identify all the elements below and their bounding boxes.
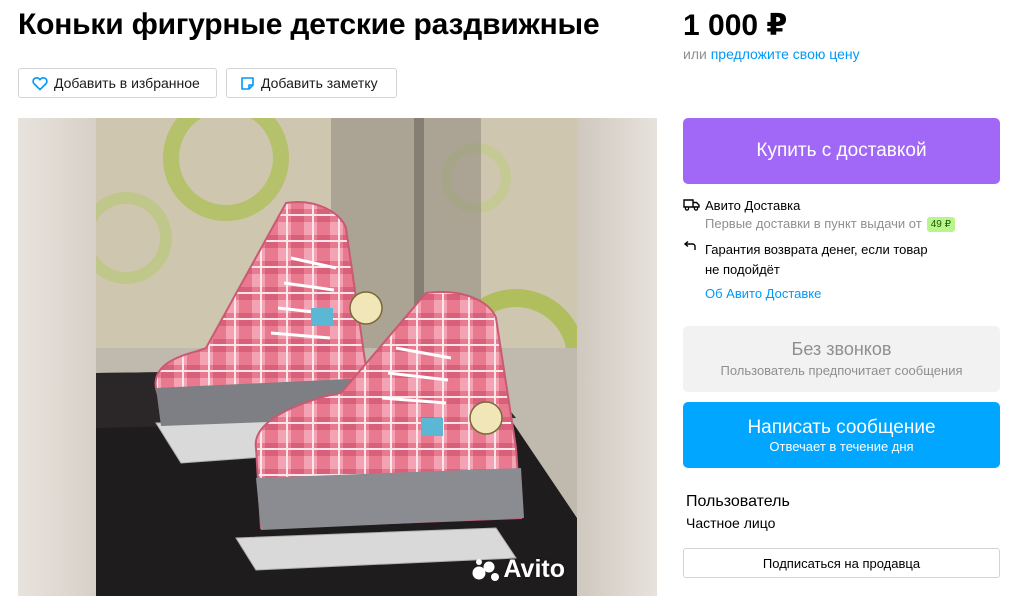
gallery-backdrop-left (18, 118, 96, 596)
photo-gallery[interactable]: Avito (18, 118, 657, 596)
truck-icon (683, 199, 700, 211)
gallery-backdrop-right (577, 118, 657, 596)
price-offer: или предложите свою цену (683, 46, 860, 62)
response-time-label: Отвечает в течение дня (769, 438, 914, 454)
delivery-subtitle: Первые доставки в пункт выдачи от 49 ₽ (705, 215, 1000, 233)
page-title: Коньки фигурные детские раздвижные (18, 8, 600, 41)
delivery-info: Авито Доставка Первые доставки в пункт в… (683, 197, 1000, 303)
price: 1 000 ₽ (683, 9, 788, 42)
avito-logo-icon (472, 558, 500, 581)
no-calls-subtitle: Пользователь предпочитает сообщения (720, 363, 963, 378)
note-label: Добавить заметку (261, 75, 378, 91)
breadcrumb (0, 0, 1024, 4)
add-to-favorites-button[interactable]: Добавить в избранное (18, 68, 217, 98)
favorites-label: Добавить в избранное (54, 75, 200, 91)
skates-image (96, 118, 577, 596)
delivery-title: Авито Доставка (705, 198, 801, 213)
no-calls-notice: Без звонков Пользователь предпочитает со… (683, 326, 1000, 392)
add-note-button[interactable]: Добавить заметку (226, 68, 397, 98)
guarantee-line-1: Гарантия возврата денег, если товар (705, 242, 928, 257)
buy-with-delivery-button[interactable]: Купить с доставкой (683, 118, 1000, 184)
watermark-text: Avito (503, 555, 565, 583)
heart-icon (32, 76, 48, 90)
write-message-label: Написать сообщение (747, 416, 936, 438)
product-photo[interactable] (96, 118, 577, 596)
price-offer-prefix: или (683, 46, 707, 62)
about-delivery-link[interactable]: Об Авито Доставке (705, 285, 1000, 303)
seller-name[interactable]: Пользователь (686, 493, 790, 511)
write-message-button[interactable]: Написать сообщение Отвечает в течение дн… (683, 402, 1000, 468)
offer-price-link[interactable]: предложите свою цену (711, 46, 860, 62)
return-icon (683, 241, 696, 250)
subscribe-seller-button[interactable]: Подписаться на продавца (683, 548, 1000, 578)
avito-watermark: Avito (472, 555, 565, 584)
note-icon (241, 76, 254, 90)
guarantee-line-2: не подойдёт (705, 262, 780, 277)
delivery-subtitle-text: Первые доставки в пункт выдачи от (705, 216, 922, 231)
seller-type: Частное лицо (686, 515, 776, 531)
delivery-price-badge: 49 ₽ (926, 216, 955, 232)
no-calls-title: Без звонков (791, 339, 892, 359)
